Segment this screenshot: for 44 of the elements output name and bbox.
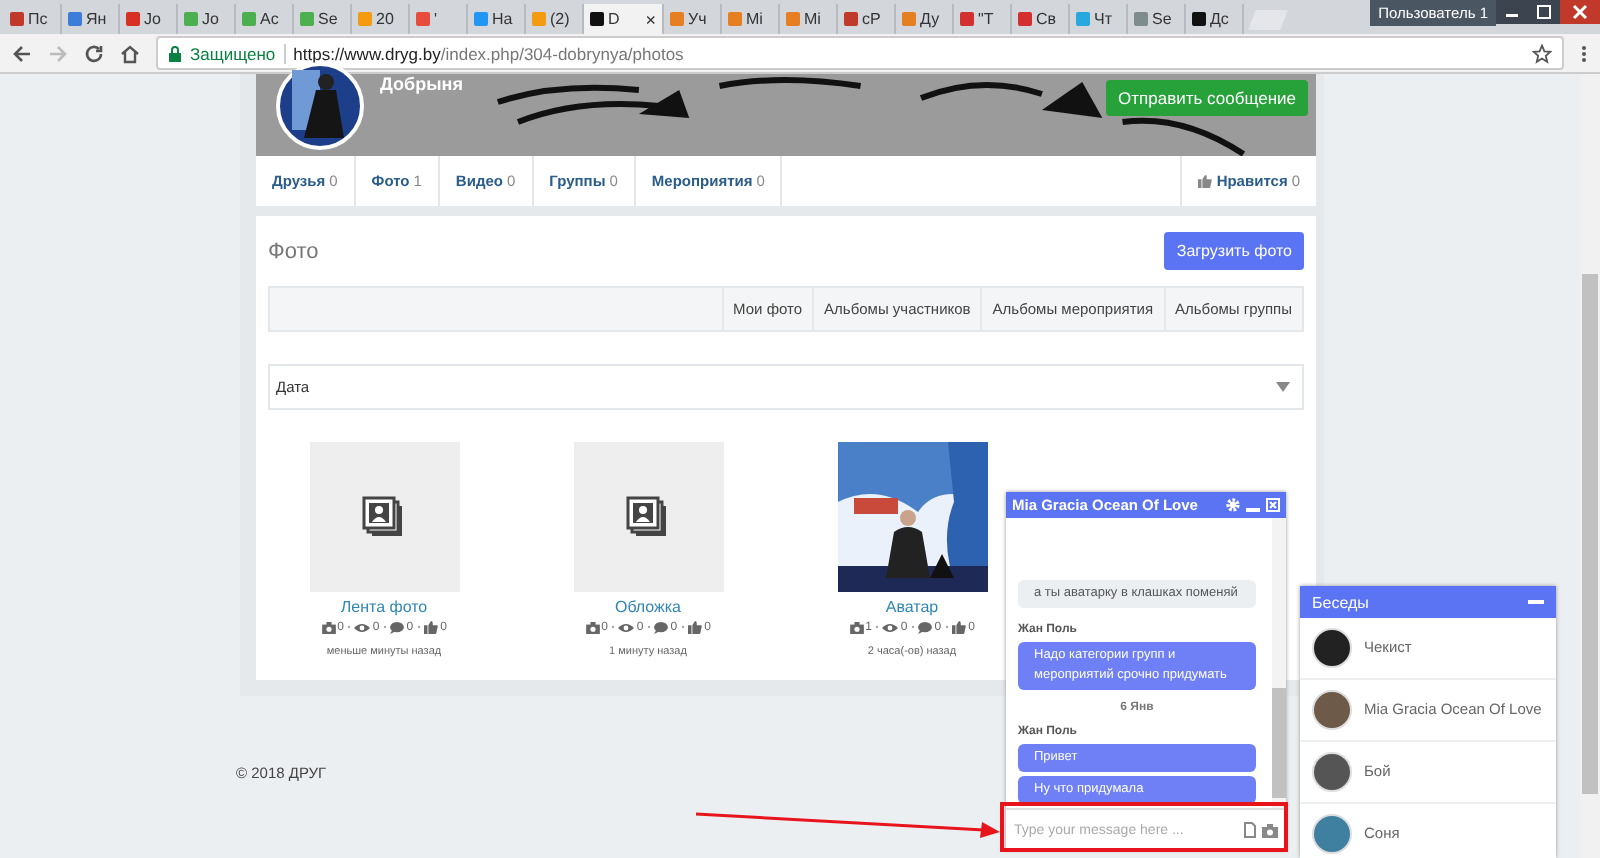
reload-icon[interactable] [84,43,104,63]
album-title-link[interactable]: Лента фото [340,598,428,616]
thumbs-up-icon [424,620,439,634]
address-field[interactable]: Защищено https://www.dryg.by/index.php/304-dobrynya/photos [156,36,1564,70]
dropdown-arrow-icon [1276,382,1290,392]
photo-stack-icon [626,495,670,539]
comment-icon [390,621,405,633]
thumbs-up-icon [952,620,967,634]
home-icon[interactable] [120,43,140,63]
browser-tab[interactable]: D × [584,4,664,34]
maximize-icon[interactable] [1528,0,1560,24]
close-icon[interactable] [1560,0,1600,24]
comment-icon [918,621,933,633]
eye-icon [618,621,635,633]
avatar [276,62,364,150]
minimize-icon[interactable] [1496,0,1528,24]
thumbs-up-icon [1198,174,1213,188]
comment-icon [654,621,669,633]
section-title: Фото [268,239,319,263]
close-icon[interactable]: × [645,9,656,29]
upload-photo-button[interactable]: Загрузить фото [1164,232,1304,270]
camera-icon [849,621,864,633]
close-icon[interactable] [1266,498,1280,512]
eye-icon [882,621,899,633]
scrollbar[interactable] [1580,74,1600,858]
album-thumbnail[interactable] [309,442,459,592]
photo-stack-icon [362,495,406,539]
scrollbar[interactable] [1272,518,1286,808]
album-thumbnail[interactable] [573,442,723,592]
back-icon[interactable] [12,43,32,63]
album-title-link[interactable]: Обложка [614,598,682,616]
camera-icon [585,621,600,633]
camera-icon [321,621,336,633]
thumbs-up-icon [688,620,703,634]
camera-icon[interactable] [1262,823,1278,837]
bookmark-star-icon[interactable] [1532,43,1552,63]
profile-name: Добрыня [380,74,463,94]
eye-icon [354,621,371,633]
lock-icon [168,45,182,61]
menu-icon[interactable] [1580,43,1588,63]
file-icon[interactable] [1244,822,1256,838]
settings-icon[interactable] [1226,498,1240,512]
album-title-link[interactable]: Аватар [885,598,939,616]
panel-title: Беседы [1312,593,1369,611]
